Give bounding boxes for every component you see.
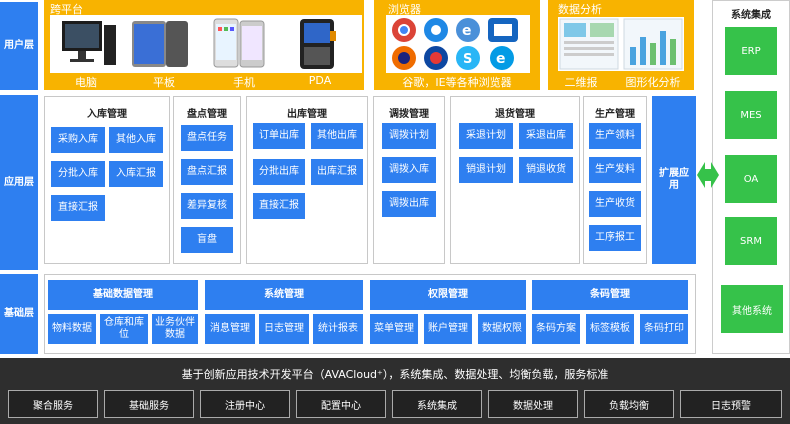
inbound-item: 采购入库 [51,127,105,153]
inventory-item: 盘点汇报 [181,159,233,185]
system-integration-panel: 系统集成 ERP MES OA SRM 其他系统 [712,0,790,354]
platform-bar: 基于创新应用技术开发平台（AVACloud⁺），系统集成、数据处理、均衡负载，服… [0,358,790,424]
platform-service: 负载均衡 [584,390,674,418]
base-item: 条码方案 [532,314,580,344]
integration-mes: MES [725,91,777,139]
svg-text:S: S [463,52,472,67]
base-item: 账户管理 [424,314,472,344]
production-item: 生产领料 [589,123,641,149]
returns-title: 退货管理 [495,109,535,120]
platform-service: 基础服务 [104,390,194,418]
analysis-title: 数据分析 [558,3,602,16]
base-group-title: 权限管理 [370,280,526,310]
dashboard-icon [559,18,683,70]
integration-srm: SRM [725,217,777,265]
browser-panel: 浏览器 e S e 谷歌，IE等各种浏览器 [374,0,540,90]
device-label: PDA [308,74,332,87]
inbound-panel: 入库管理 采购入库 其他入库 分批入库 入库汇报 直接汇报 [44,96,170,264]
device-label: 手机 [233,76,255,89]
inventory-item: 盘点任务 [181,125,233,151]
base-item: 日志管理 [259,314,309,344]
app-layer-label: 应用层 [0,95,38,270]
phone-icon [213,18,265,68]
returns-item: 采退出库 [519,123,573,149]
device-label: 平板 [153,76,175,89]
base-group-title: 条码管理 [532,280,688,310]
inventory-title: 盘点管理 [187,109,227,120]
transfer-panel: 调拨管理 调拨计划 调拨入库 调拨出库 [373,96,445,264]
base-layer-label: 基础层 [0,274,38,354]
production-item: 生产发料 [589,157,641,183]
outbound-title: 出库管理 [287,109,327,120]
system-integration-title: 系统集成 [731,10,771,21]
cross-platform-panel: 跨平台 电脑 平板 手机 PDA [44,0,364,90]
platform-service: 数据处理 [488,390,578,418]
base-item: 标签模板 [586,314,634,344]
returns-item: 销退计划 [459,157,513,183]
platform-service: 日志预警 [680,390,782,418]
base-item: 菜单管理 [370,314,418,344]
browser-icons: e S e [386,15,530,73]
double-arrow-icon [697,162,719,188]
base-item: 业务伙伴数据 [152,314,198,344]
svg-text:e: e [496,51,506,67]
analysis-panel: 数据分析 二维报 图形化分析 [548,0,694,90]
outbound-item: 其他出库 [311,123,363,149]
production-item: 工序报工 [589,225,641,251]
analysis-images [558,17,684,71]
inbound-item: 其他入库 [109,127,163,153]
computer-icon [62,21,116,65]
integration-other: 其他系统 [721,285,783,333]
device-images [50,15,362,73]
platform-service: 配置中心 [296,390,386,418]
integration-erp: ERP [725,27,777,75]
inbound-item: 入库汇报 [109,161,163,187]
outbound-item: 分批出库 [253,159,305,185]
outbound-item: 出库汇报 [311,159,363,185]
device-label: 电脑 [75,76,97,89]
analysis-label: 二维报 [564,76,598,89]
browser-caption: 谷歌，IE等各种浏览器 [402,76,512,89]
inventory-item: 差异复核 [181,193,233,219]
returns-item: 采退计划 [459,123,513,149]
user-layer-label: 用户层 [0,2,38,90]
platform-service: 聚合服务 [8,390,98,418]
platform-service: 注册中心 [200,390,290,418]
integration-oa: OA [725,155,777,203]
base-item: 消息管理 [205,314,255,344]
outbound-item: 订单出库 [253,123,305,149]
base-item: 物料数据 [48,314,96,344]
browser-logos-icon: e S e [392,18,518,70]
inbound-title: 入库管理 [87,109,127,120]
returns-panel: 退货管理 采退计划 采退出库 销退计划 销退收货 [450,96,580,264]
base-item: 条码打印 [640,314,688,344]
inventory-item: 盲盘 [181,227,233,253]
outbound-panel: 出库管理 订单出库 其他出库 分批出库 出库汇报 直接汇报 [246,96,368,264]
svg-text:e: e [462,23,472,39]
inventory-panel: 盘点管理 盘点任务 盘点汇报 差异复核 盲盘 [173,96,241,264]
analysis-label: 图形化分析 [625,76,681,89]
tablet-icon [132,21,188,67]
pda-icon [300,19,336,69]
base-group-title: 系统管理 [205,280,363,310]
base-group-title: 基础数据管理 [48,280,198,310]
base-item: 数据权限 [478,314,526,344]
extension-app: 扩展应用 [652,96,696,264]
transfer-item: 调拨计划 [382,123,436,149]
production-panel: 生产管理 生产领料 生产发料 生产收货 工序报工 [583,96,647,264]
platform-title: 基于创新应用技术开发平台（AVACloud⁺），系统集成、数据处理、均衡负载，服… [181,368,609,381]
production-title: 生产管理 [595,109,635,120]
transfer-title: 调拨管理 [389,109,429,120]
transfer-item: 调拨入库 [382,157,436,183]
transfer-item: 调拨出库 [382,191,436,217]
returns-item: 销退收货 [519,157,573,183]
inbound-item: 直接汇报 [51,195,105,221]
base-item: 统计报表 [313,314,363,344]
base-item: 仓库和库位 [100,314,148,344]
production-item: 生产收货 [589,191,641,217]
platform-service: 系统集成 [392,390,482,418]
inbound-item: 分批入库 [51,161,105,187]
outbound-item: 直接汇报 [253,193,305,219]
